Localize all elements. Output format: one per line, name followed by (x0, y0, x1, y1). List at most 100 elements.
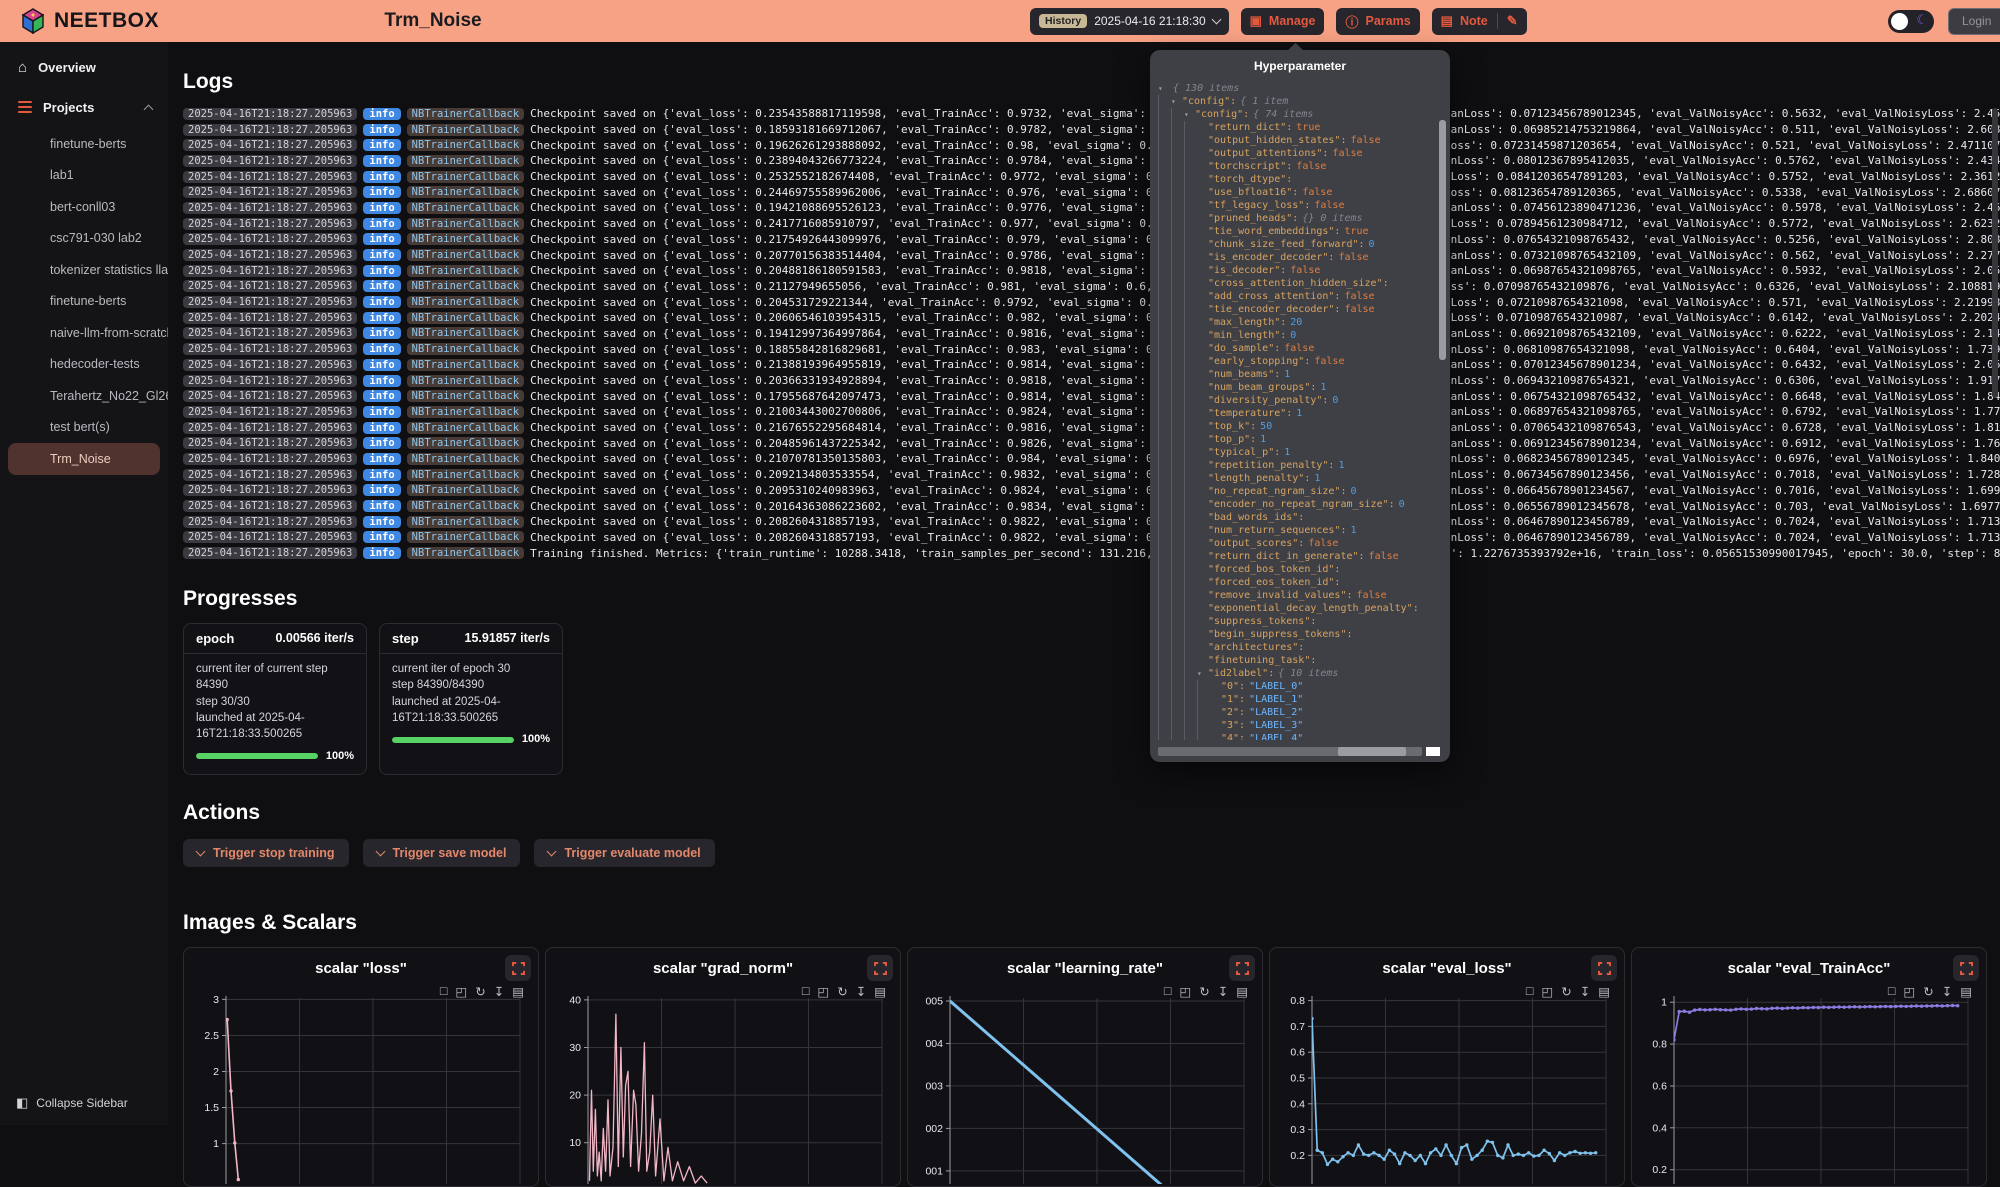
json-tree-line[interactable]: "remove_invalid_values":false (1158, 589, 1434, 602)
json-tree-line[interactable]: "repetition_penalty":1 (1158, 459, 1434, 472)
json-tree-line[interactable]: "return_dict":true (1158, 121, 1434, 134)
sidebar-item-project[interactable]: hedecoder-tests (0, 349, 168, 381)
json-tree-line[interactable]: "0":"LABEL_0" (1158, 680, 1434, 693)
json-tree-line[interactable]: "forced_eos_token_id": (1158, 576, 1434, 589)
json-tree-line[interactable]: "torchscript":false (1158, 160, 1434, 173)
json-tree-line[interactable]: "encoder_no_repeat_ngram_size":0 (1158, 498, 1434, 511)
json-tree-line[interactable]: ▾"config":{ 74 items (1158, 108, 1434, 121)
data-table-icon[interactable]: ▤ (512, 984, 524, 999)
json-tree-line[interactable]: "temperature":1 (1158, 407, 1434, 420)
sidebar-group-projects[interactable]: Projects (0, 92, 168, 122)
json-tree-line[interactable]: "architectures": (1158, 641, 1434, 654)
pan-icon[interactable]: ◰ (817, 984, 829, 999)
sidebar-item-project[interactable]: bert-conll03 (0, 191, 168, 223)
download-icon[interactable]: ↧ (856, 984, 866, 999)
sidebar-item-project[interactable]: test bert(s) (0, 412, 168, 444)
sidebar-item-project[interactable]: tokenizer statistics llama... (0, 254, 168, 286)
app-logo[interactable]: NEETBOX (20, 8, 159, 34)
popup-vertical-scrollbar[interactable] (1439, 120, 1446, 360)
json-tree-line[interactable]: "forced_bos_token_id": (1158, 563, 1434, 576)
expand-chart-icon[interactable] (867, 955, 893, 981)
json-tree-line[interactable]: "pruned_heads":{} 0 items (1158, 212, 1434, 225)
json-tree-line[interactable]: "max_length":20 (1158, 316, 1434, 329)
popup-hscroll-thumb[interactable] (1338, 747, 1407, 756)
expand-chart-icon[interactable] (1953, 955, 1979, 981)
download-icon[interactable]: ↧ (1942, 984, 1952, 999)
autoscale-icon[interactable]: ↻ (1561, 984, 1571, 999)
json-tree-line[interactable]: "tf_legacy_loss":false (1158, 199, 1434, 212)
sidebar-item-project[interactable]: csc791-030 lab2 (0, 223, 168, 255)
json-tree-line[interactable]: "3":"LABEL_3" (1158, 719, 1434, 732)
json-tree-line[interactable]: "finetuning_task": (1158, 654, 1434, 667)
chart-plot[interactable]: 32.521.51 (190, 988, 534, 1184)
params-button[interactable]: ⓘ Params (1336, 8, 1419, 35)
trigger-action-button[interactable]: Trigger stop training (183, 839, 349, 867)
json-tree-line[interactable]: "length_penalty":1 (1158, 472, 1434, 485)
json-tree-line[interactable]: "diversity_penalty":0 (1158, 394, 1434, 407)
json-tree-line[interactable]: "output_hidden_states":false (1158, 134, 1434, 147)
data-table-icon[interactable]: ▤ (874, 984, 886, 999)
json-tree-line[interactable]: "do_sample":false (1158, 342, 1434, 355)
autoscale-icon[interactable]: ↻ (1923, 984, 1933, 999)
edit-note-button[interactable]: ✎ (1497, 13, 1518, 29)
json-tree-line[interactable]: "2":"LABEL_2" (1158, 706, 1434, 719)
json-tree-line[interactable]: "1":"LABEL_1" (1158, 693, 1434, 706)
chart-plot[interactable]: 005004003002001 (914, 988, 1258, 1184)
chart-plot[interactable]: 40302010 (552, 988, 896, 1184)
autoscale-icon[interactable]: ↻ (837, 984, 847, 999)
manage-button[interactable]: ▣ Manage (1241, 8, 1325, 35)
chart-plot[interactable]: 10.80.60.40.2 (1638, 988, 1982, 1184)
zoom-box-icon[interactable]: □ (1164, 984, 1172, 999)
page-scrollbar[interactable] (1992, 108, 1998, 398)
popup-horizontal-scrollbar[interactable] (1158, 747, 1422, 756)
sidebar-item-project[interactable]: naive-llm-from-scratch (0, 317, 168, 349)
json-tree-line[interactable]: "typical_p":1 (1158, 446, 1434, 459)
pan-icon[interactable]: ◰ (455, 984, 467, 999)
json-tree-line[interactable]: "suppress_tokens": (1158, 615, 1434, 628)
json-tree-line[interactable]: "use_bfloat16":false (1158, 186, 1434, 199)
sidebar-item-project[interactable]: Terahertz_No22_Gl261_gl... (0, 380, 168, 412)
sidebar-item-project[interactable]: lab1 (0, 160, 168, 192)
json-tree-line[interactable]: ▾"id2label":{ 10 items (1158, 667, 1434, 680)
json-tree-line[interactable]: "top_k":50 (1158, 420, 1434, 433)
json-tree-line[interactable]: "exponential_decay_length_penalty": (1158, 602, 1434, 615)
zoom-box-icon[interactable]: □ (1526, 984, 1534, 999)
note-button-group[interactable]: ▤ Note ✎ (1432, 8, 1527, 35)
json-tree-line[interactable]: "begin_suppress_tokens": (1158, 628, 1434, 641)
json-tree-line[interactable]: "num_beams":1 (1158, 368, 1434, 381)
json-tree-line[interactable]: "is_encoder_decoder":false (1158, 251, 1434, 264)
json-tree-line[interactable]: "early_stopping":false (1158, 355, 1434, 368)
json-tree-line[interactable]: "no_repeat_ngram_size":0 (1158, 485, 1434, 498)
json-tree-line[interactable]: "cross_attention_hidden_size": (1158, 277, 1434, 290)
json-tree-line[interactable]: "output_scores":false (1158, 537, 1434, 550)
json-tree-line[interactable]: "num_beam_groups":1 (1158, 381, 1434, 394)
zoom-box-icon[interactable]: □ (1888, 984, 1896, 999)
json-tree-line[interactable]: ▾{ 130 items (1158, 82, 1434, 95)
data-table-icon[interactable]: ▤ (1960, 984, 1972, 999)
json-tree-line[interactable]: "tie_word_embeddings":true (1158, 225, 1434, 238)
json-tree-line[interactable]: "chunk_size_feed_forward":0 (1158, 238, 1434, 251)
json-tree-line[interactable]: "tie_encoder_decoder":false (1158, 303, 1434, 316)
sidebar-item-overview[interactable]: ⌂ Overview (0, 52, 168, 82)
login-button[interactable]: Login (1948, 8, 2000, 35)
json-tree-line[interactable]: "is_decoder":false (1158, 264, 1434, 277)
expand-chart-icon[interactable] (505, 955, 531, 981)
autoscale-icon[interactable]: ↻ (475, 984, 485, 999)
json-tree-line[interactable]: "4":"LABEL_4" (1158, 732, 1434, 740)
json-tree-line[interactable]: "bad_words_ids": (1158, 511, 1434, 524)
download-icon[interactable]: ↧ (1580, 984, 1590, 999)
zoom-box-icon[interactable]: □ (440, 984, 448, 999)
expand-chart-icon[interactable] (1229, 955, 1255, 981)
json-tree-line[interactable]: "torch_dtype": (1158, 173, 1434, 186)
json-tree-line[interactable]: "add_cross_attention":false (1158, 290, 1434, 303)
history-dropdown[interactable]: History 2025-04-16 21:18:30 (1030, 8, 1229, 35)
trigger-action-button[interactable]: Trigger save model (363, 839, 521, 867)
trigger-action-button[interactable]: Trigger evaluate model (534, 839, 714, 867)
download-icon[interactable]: ↧ (1218, 984, 1228, 999)
theme-toggle[interactable]: ☾ (1888, 10, 1934, 33)
download-icon[interactable]: ↧ (494, 984, 504, 999)
json-tree-line[interactable]: "output_attentions":false (1158, 147, 1434, 160)
data-table-icon[interactable]: ▤ (1598, 984, 1610, 999)
json-tree-line[interactable]: ▾"config":{ 1 item (1158, 95, 1434, 108)
sidebar-item-project[interactable]: finetune-berts (0, 128, 168, 160)
